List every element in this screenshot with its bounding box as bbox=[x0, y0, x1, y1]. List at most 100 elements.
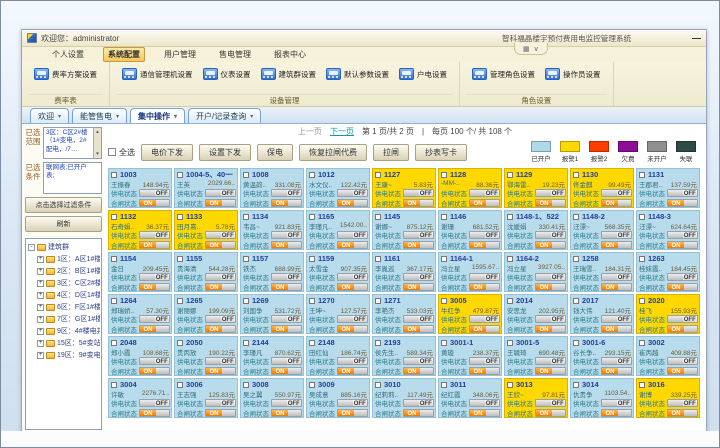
scroll-up-icon[interactable]: ▲ bbox=[95, 129, 99, 135]
card-checkbox[interactable] bbox=[375, 172, 381, 178]
tree-root[interactable]: -建筑群 bbox=[28, 241, 100, 253]
supply-toggle[interactable]: OFF bbox=[667, 399, 698, 407]
supply-toggle[interactable]: OFF bbox=[337, 189, 368, 197]
card-checkbox[interactable] bbox=[309, 256, 315, 262]
toolbar-button-5[interactable]: 拉闸 bbox=[373, 144, 409, 161]
switch-toggle[interactable]: ON bbox=[601, 409, 632, 417]
switch-toggle[interactable]: ON bbox=[403, 283, 434, 291]
switch-toggle[interactable]: ON bbox=[469, 241, 500, 249]
tree-item-2[interactable]: +2区：B区1#楼(B区1… bbox=[37, 265, 100, 277]
switch-toggle[interactable]: ON bbox=[139, 241, 170, 249]
card-checkbox[interactable] bbox=[309, 298, 315, 304]
supply-toggle[interactable]: OFF bbox=[139, 357, 170, 365]
switch-toggle[interactable]: ON bbox=[601, 283, 632, 291]
supply-toggle[interactable]: OFF bbox=[139, 273, 170, 281]
supply-toggle[interactable]: OFF bbox=[139, 399, 170, 407]
filter-condition-button[interactable]: 点击选择过滤条件 bbox=[25, 197, 102, 213]
expand-icon[interactable]: + bbox=[37, 292, 44, 299]
card-checkbox[interactable] bbox=[243, 298, 249, 304]
switch-toggle[interactable]: ON bbox=[271, 283, 302, 291]
card-checkbox[interactable] bbox=[111, 172, 117, 178]
supply-toggle[interactable]: OFF bbox=[667, 189, 698, 197]
supply-toggle[interactable]: OFF bbox=[403, 357, 434, 365]
card-checkbox[interactable] bbox=[441, 298, 447, 304]
toolbar-button-1[interactable]: 电价下发 bbox=[141, 144, 193, 161]
card-checkbox[interactable] bbox=[573, 256, 579, 262]
switch-toggle[interactable]: ON bbox=[271, 367, 302, 375]
supply-toggle[interactable]: OFF bbox=[337, 357, 368, 365]
ribbon-button[interactable]: 费率方案设置 bbox=[34, 65, 97, 80]
card-checkbox[interactable] bbox=[309, 382, 315, 388]
switch-toggle[interactable]: ON bbox=[667, 199, 698, 207]
card-checkbox[interactable] bbox=[243, 382, 249, 388]
switch-toggle[interactable]: ON bbox=[205, 325, 236, 333]
card-checkbox[interactable] bbox=[375, 256, 381, 262]
card-checkbox[interactable] bbox=[573, 172, 579, 178]
supply-toggle[interactable]: OFF bbox=[337, 273, 368, 281]
expand-icon[interactable]: + bbox=[37, 328, 44, 335]
switch-toggle[interactable]: ON bbox=[139, 409, 170, 417]
chevron-down-icon[interactable]: ▾ bbox=[174, 113, 177, 120]
card-checkbox[interactable] bbox=[177, 214, 183, 220]
expand-icon[interactable]: + bbox=[37, 352, 44, 359]
supply-toggle[interactable]: OFF bbox=[403, 189, 434, 197]
menu-item-4[interactable]: 售电管理 bbox=[215, 48, 255, 61]
supply-toggle[interactable]: OFF bbox=[271, 399, 302, 407]
supply-toggle[interactable]: OFF bbox=[601, 189, 632, 197]
card-checkbox[interactable] bbox=[243, 256, 249, 262]
supply-toggle[interactable]: OFF bbox=[205, 357, 236, 365]
switch-toggle[interactable]: ON bbox=[139, 199, 170, 207]
switch-toggle[interactable]: ON bbox=[535, 325, 566, 333]
supply-toggle[interactable]: OFF bbox=[271, 315, 302, 323]
card-checkbox[interactable] bbox=[111, 340, 117, 346]
switch-toggle[interactable]: ON bbox=[469, 199, 500, 207]
card-checkbox[interactable] bbox=[639, 172, 645, 178]
card-checkbox[interactable] bbox=[639, 298, 645, 304]
supply-toggle[interactable]: OFF bbox=[601, 231, 632, 239]
switch-toggle[interactable]: ON bbox=[271, 199, 302, 207]
expand-icon[interactable]: + bbox=[37, 304, 44, 311]
toolbar-button-3[interactable]: 保电 bbox=[257, 144, 293, 161]
card-checkbox[interactable] bbox=[375, 382, 381, 388]
prev-page-link[interactable]: 上一页 bbox=[298, 126, 322, 137]
card-checkbox[interactable] bbox=[375, 298, 381, 304]
toolbar-button-6[interactable]: 抄表写卡 bbox=[415, 144, 467, 161]
tree-item-1[interactable]: +1区：A区1#楼 bbox=[37, 253, 100, 265]
switch-toggle[interactable]: ON bbox=[337, 199, 368, 207]
card-checkbox[interactable] bbox=[639, 256, 645, 262]
switch-toggle[interactable]: ON bbox=[403, 241, 434, 249]
supply-toggle[interactable]: OFF bbox=[469, 315, 500, 323]
tab-3[interactable]: 集中操作▾ bbox=[130, 108, 185, 123]
supply-toggle[interactable]: OFF bbox=[205, 315, 236, 323]
card-checkbox[interactable] bbox=[309, 214, 315, 220]
supply-toggle[interactable]: OFF bbox=[667, 273, 698, 281]
switch-toggle[interactable]: ON bbox=[337, 241, 368, 249]
ribbon-button[interactable]: 管理角色设置 bbox=[472, 65, 535, 80]
card-checkbox[interactable] bbox=[243, 340, 249, 346]
supply-toggle[interactable]: OFF bbox=[667, 315, 698, 323]
tab-1[interactable]: 欢迎▾ bbox=[30, 108, 69, 123]
card-checkbox[interactable] bbox=[507, 256, 513, 262]
card-checkbox[interactable] bbox=[111, 214, 117, 220]
switch-toggle[interactable]: ON bbox=[667, 367, 698, 375]
card-checkbox[interactable] bbox=[111, 382, 117, 388]
switch-toggle[interactable]: ON bbox=[403, 325, 434, 333]
switch-toggle[interactable]: ON bbox=[403, 199, 434, 207]
supply-toggle[interactable]: OFF bbox=[271, 231, 302, 239]
toolbar-button-4[interactable]: 恢复拉闸代费 bbox=[299, 144, 367, 161]
supply-toggle[interactable]: OFF bbox=[403, 231, 434, 239]
switch-toggle[interactable]: ON bbox=[271, 241, 302, 249]
switch-toggle[interactable]: ON bbox=[139, 325, 170, 333]
card-checkbox[interactable] bbox=[177, 172, 183, 178]
tree-item-8[interactable]: +15区：5#变站（3#… bbox=[37, 337, 100, 349]
expand-icon[interactable]: + bbox=[37, 316, 44, 323]
tree-item-3[interactable]: +3区：C区2#楼（1#… bbox=[37, 277, 100, 289]
supply-toggle[interactable]: OFF bbox=[469, 189, 500, 197]
card-checkbox[interactable] bbox=[111, 256, 117, 262]
supply-toggle[interactable]: OFF bbox=[337, 315, 368, 323]
card-checkbox[interactable] bbox=[441, 340, 447, 346]
card-checkbox[interactable] bbox=[111, 298, 117, 304]
supply-toggle[interactable]: OFF bbox=[535, 357, 566, 365]
switch-toggle[interactable]: ON bbox=[535, 409, 566, 417]
supply-toggle[interactable]: OFF bbox=[139, 315, 170, 323]
